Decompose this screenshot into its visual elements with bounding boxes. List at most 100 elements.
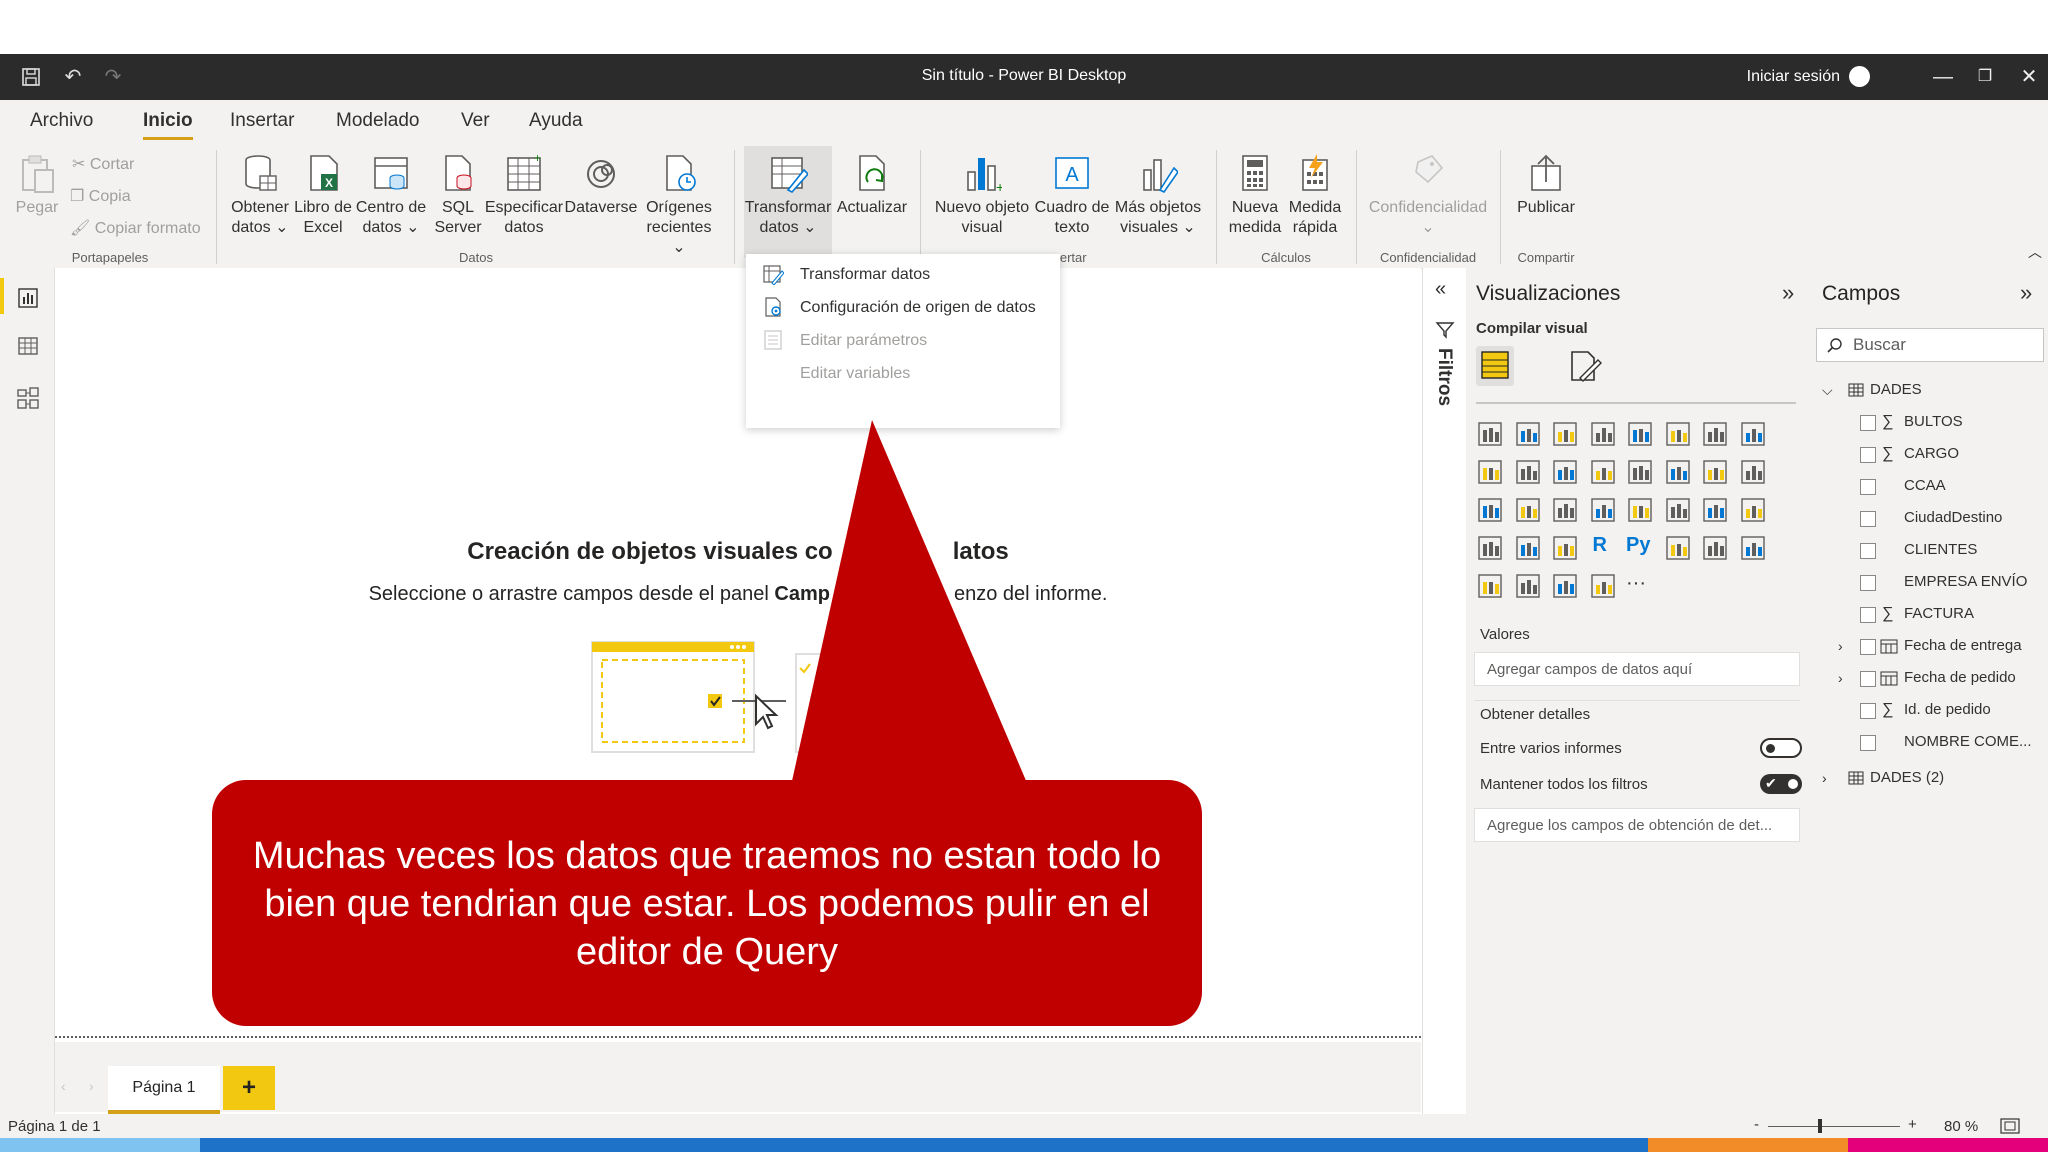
100-stacked-bar-chart-icon[interactable] (1626, 420, 1654, 448)
copy-button[interactable]: ❐ Copia (70, 186, 131, 206)
map-icon[interactable] (1551, 496, 1579, 524)
tab-insertar[interactable]: Insertar (230, 110, 294, 132)
fit-to-page-icon[interactable] (2000, 1118, 2020, 1134)
r-visual-icon[interactable]: R (1593, 534, 1607, 557)
qa-icon[interactable] (1739, 534, 1767, 562)
paginated-report-icon[interactable] (1514, 572, 1542, 600)
decomposition-tree-icon[interactable] (1701, 534, 1729, 562)
values-drop-zone[interactable]: Agregar campos de datos aquí (1474, 652, 1800, 686)
python-visual-icon[interactable]: Py (1626, 534, 1654, 562)
tab-modelado[interactable]: Modelado (336, 110, 419, 132)
transform-data-button[interactable]: Transformar datos ⌄ (744, 146, 832, 258)
prev-page-icon[interactable]: ‹ (61, 1078, 66, 1094)
clustered-column-chart-icon[interactable] (1589, 420, 1617, 448)
field-checkbox[interactable] (1860, 703, 1876, 719)
field-checkbox[interactable] (1860, 639, 1876, 655)
table-dades-2[interactable]: › DADES (2) (1822, 766, 1944, 790)
page-tab-1[interactable]: Página 1 (108, 1066, 220, 1114)
cut-button[interactable]: ✂ Cortar (72, 154, 134, 174)
collapse-visualizations-icon[interactable]: » (1782, 280, 1794, 306)
more-visuals-button[interactable]: Más objetos visuales ⌄ (1112, 152, 1204, 238)
pie-chart-icon[interactable] (1739, 458, 1767, 486)
scatter-chart-icon[interactable] (1701, 458, 1729, 486)
field-checkbox[interactable] (1860, 511, 1876, 527)
tab-ver[interactable]: Ver (461, 110, 490, 132)
expand-filters-icon[interactable]: « (1435, 278, 1446, 301)
power-automate-icon[interactable] (1589, 572, 1617, 600)
key-influencers-icon[interactable] (1664, 534, 1692, 562)
zoom-slider-thumb[interactable] (1818, 1119, 1822, 1133)
field-checkbox[interactable] (1860, 671, 1876, 687)
field-checkbox[interactable] (1860, 447, 1876, 463)
field-item[interactable]: › Fecha de entrega (1822, 634, 2044, 658)
field-item[interactable]: CCAA (1822, 474, 2044, 498)
power-apps-icon[interactable] (1551, 572, 1579, 600)
field-item[interactable]: CiudadDestino (1822, 506, 2044, 530)
field-checkbox[interactable] (1860, 607, 1876, 623)
minimize-icon[interactable]: — (1928, 64, 1958, 90)
new-visual-button[interactable]: + Nuevo objeto visual (930, 152, 1034, 238)
format-painter-button[interactable]: 🖌 Copiar formato (70, 218, 201, 238)
tab-archivo[interactable]: Archivo (30, 110, 93, 132)
field-checkbox[interactable] (1860, 735, 1876, 751)
stacked-area-chart-icon[interactable] (1476, 458, 1504, 486)
collapse-ribbon-icon[interactable]: ︿ (2028, 242, 2042, 262)
treemap-icon[interactable] (1514, 496, 1542, 524)
get-data-button[interactable]: Obtener datos ⌄ (228, 152, 292, 238)
line-clustered-column-chart-icon[interactable] (1551, 458, 1579, 486)
sensitivity-button[interactable]: Confidencialidad ⌄ (1366, 152, 1490, 238)
format-visual-icon[interactable] (1566, 348, 1602, 384)
line-chart-icon[interactable] (1701, 420, 1729, 448)
collapse-fields-icon[interactable]: » (2020, 280, 2032, 306)
area-chart-icon[interactable] (1739, 420, 1767, 448)
close-icon[interactable]: ✕ (2014, 64, 2044, 90)
funnel-chart-icon[interactable] (1664, 458, 1692, 486)
field-checkbox[interactable] (1860, 479, 1876, 495)
restore-icon[interactable]: ❐ (1970, 64, 2000, 90)
field-item[interactable]: EMPRESA ENVÍO (1822, 570, 2044, 594)
more-visuals-icon[interactable]: ··· (1626, 572, 1654, 600)
zoom-slider-track[interactable] (1768, 1126, 1900, 1127)
smart-narrative-icon[interactable] (1476, 572, 1504, 600)
next-page-icon[interactable]: › (89, 1078, 94, 1094)
kpi-icon[interactable] (1739, 496, 1767, 524)
field-item[interactable]: ∑ FACTURA (1822, 602, 2044, 626)
field-checkbox[interactable] (1860, 575, 1876, 591)
filters-pane-collapsed[interactable]: « Filtros (1422, 268, 1468, 1114)
field-item[interactable]: NOMBRE COME... (1822, 730, 2044, 754)
dataverse-button[interactable]: Dataverse (564, 152, 638, 218)
clustered-bar-chart-icon[interactable] (1551, 420, 1579, 448)
field-item[interactable]: ∑ BULTOS (1822, 410, 2044, 434)
field-checkbox[interactable] (1860, 543, 1876, 559)
data-view-icon[interactable] (16, 334, 40, 358)
donut-chart-icon[interactable] (1476, 496, 1504, 524)
gauge-icon[interactable] (1626, 496, 1654, 524)
field-item[interactable]: ∑ Id. de pedido (1822, 698, 2044, 722)
waterfall-chart-icon[interactable] (1626, 458, 1654, 486)
slicer-icon[interactable] (1476, 534, 1504, 562)
zoom-out-button[interactable]: - (1754, 1116, 1759, 1133)
field-item[interactable]: CLIENTES (1822, 538, 2044, 562)
drill-through-drop-zone[interactable]: Agregue los campos de obtención de det..… (1474, 808, 1800, 842)
quick-measure-button[interactable]: Medida rápida (1284, 152, 1346, 238)
sql-server-button[interactable]: SQL Server (430, 152, 486, 238)
field-item[interactable]: › Fecha de pedido (1822, 666, 2044, 690)
line-column-chart-icon[interactable] (1514, 458, 1542, 486)
field-checkbox[interactable] (1860, 415, 1876, 431)
model-view-icon[interactable] (16, 386, 40, 410)
avatar[interactable] (1849, 66, 1870, 87)
tab-inicio[interactable]: Inicio (143, 110, 193, 140)
matrix-icon[interactable] (1551, 534, 1579, 562)
table-visual-icon[interactable] (1514, 534, 1542, 562)
text-box-button[interactable]: A Cuadro de texto (1034, 152, 1110, 238)
filled-map-icon[interactable] (1589, 496, 1617, 524)
add-page-button[interactable]: + (223, 1066, 275, 1110)
report-view-icon[interactable] (16, 286, 40, 310)
recent-sources-button[interactable]: Orígenes recientes ⌄ (638, 152, 720, 258)
stacked-bar-chart-icon[interactable] (1476, 420, 1504, 448)
fields-search-input[interactable]: Buscar (1816, 328, 2044, 362)
tab-ayuda[interactable]: Ayuda (529, 110, 583, 132)
refresh-button[interactable]: Actualizar (834, 152, 910, 218)
zoom-in-button[interactable]: + (1908, 1116, 1917, 1133)
field-item[interactable]: ∑ CARGO (1822, 442, 2044, 466)
